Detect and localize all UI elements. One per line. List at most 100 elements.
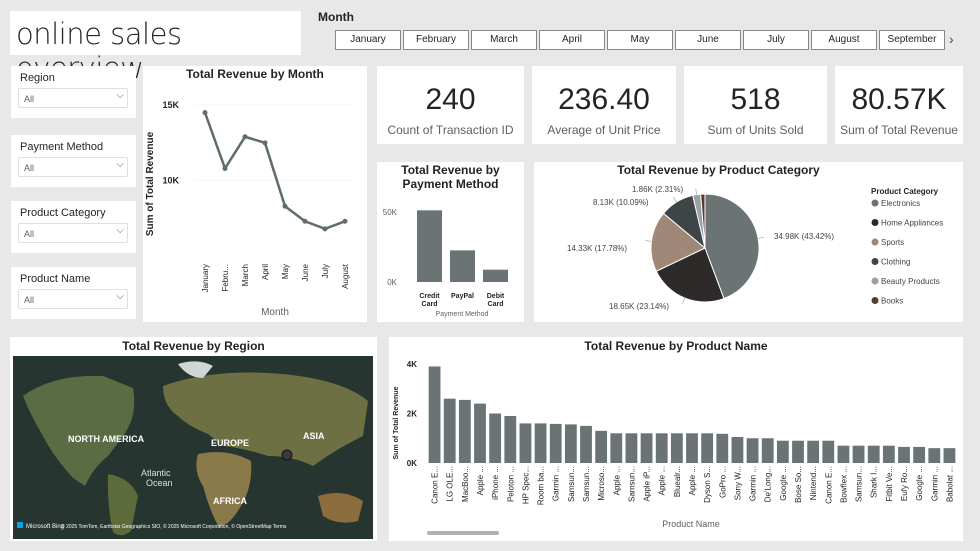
kpi-value: 518 xyxy=(730,83,781,116)
x-tick-label: Garmin ... xyxy=(930,466,939,501)
month-button-may[interactable]: May xyxy=(607,30,673,50)
x-tick-label: April xyxy=(261,264,270,280)
bar xyxy=(792,440,804,463)
x-tick-label: Samsun... xyxy=(567,466,576,502)
bar xyxy=(913,446,926,463)
kpi-total-revenue[interactable]: 80.57K Sum of Total Revenue xyxy=(835,66,963,144)
month-button-april[interactable]: April xyxy=(539,30,605,50)
bar xyxy=(746,438,759,463)
bar xyxy=(549,423,562,463)
region-slicer-label: Region xyxy=(20,72,55,84)
x-tick-label: Room ba... xyxy=(537,466,546,505)
chevron-down-icon: ⌵ xyxy=(116,291,124,302)
revenue-by-region-map[interactable]: Total Revenue by Region NORTH AMERICA EU… xyxy=(10,337,377,541)
bar xyxy=(807,440,820,463)
x-tick-label: Bluealr... xyxy=(673,466,682,497)
legend-label: Electronics xyxy=(881,199,920,208)
x-axis-label: Product Name xyxy=(662,519,720,529)
month-button-march[interactable]: March xyxy=(471,30,537,50)
revenue-by-product-name-chart[interactable]: Total Revenue by Product Name Sum of Tot… xyxy=(389,337,963,541)
y-tick-label: 4K xyxy=(407,360,417,369)
bing-logo-icon xyxy=(17,522,23,528)
month-button-july[interactable]: July xyxy=(743,30,809,50)
slice-data-label: 1.86K (2.31%) xyxy=(632,185,683,194)
month-slicer: Month January February March April May J… xyxy=(315,9,965,55)
month-button-august[interactable]: August xyxy=(811,30,877,50)
x-tick-label: Google ... xyxy=(779,466,788,501)
legend-marker xyxy=(871,297,879,304)
x-tick-label: Eufy Ro... xyxy=(900,466,909,501)
bar xyxy=(458,399,471,463)
y-tick-label: 2K xyxy=(407,410,417,419)
x-tick-label: Debit xyxy=(487,293,505,300)
x-tick-label: Apple ... xyxy=(658,466,667,495)
kpi-transaction-count[interactable]: 240 Count of Transaction ID xyxy=(377,66,524,144)
bar xyxy=(625,433,638,463)
x-tick-label: Apple ... xyxy=(476,466,485,495)
bar xyxy=(731,437,744,463)
payment-method-dropdown[interactable]: All ⌵ xyxy=(18,157,128,177)
slice-leader-line xyxy=(673,196,677,203)
x-tick-label: HP Spec... xyxy=(521,466,530,504)
x-tick-label: LG OLE... xyxy=(446,466,455,502)
data-point xyxy=(202,110,208,116)
bar xyxy=(716,433,729,463)
legend-label: Home Appliances xyxy=(881,219,943,228)
month-button-february[interactable]: February xyxy=(403,30,469,50)
kpi-units-sold[interactable]: 518 Sum of Units Sold xyxy=(684,66,827,144)
slice-data-label: 18.65K (23.14%) xyxy=(609,302,669,311)
bar xyxy=(761,438,774,463)
data-point xyxy=(302,218,308,224)
chevron-down-icon: ⌵ xyxy=(116,90,124,101)
kpi-caption: Sum of Total Revenue xyxy=(840,123,958,137)
x-tick-label: Samsun... xyxy=(855,466,864,502)
x-tick-label: Bowflex ... xyxy=(839,466,848,503)
x-tick-label: June xyxy=(301,263,310,281)
bar xyxy=(474,403,486,463)
chevron-down-icon: ⌵ xyxy=(116,159,124,170)
revenue-by-product-category-chart[interactable]: Total Revenue by Product Category Produc… xyxy=(534,162,963,322)
bar xyxy=(882,445,895,463)
bar xyxy=(417,210,442,282)
bar xyxy=(610,433,623,463)
kpi-average-unit-price[interactable]: 236.40 Average of Unit Price xyxy=(532,66,676,144)
y-tick-label: 15K xyxy=(162,100,179,110)
page-title-card: online sales overview xyxy=(10,11,301,85)
month-button-june[interactable]: June xyxy=(675,30,741,50)
bar xyxy=(655,433,668,463)
chevron-right-icon[interactable]: › xyxy=(949,31,954,47)
bar xyxy=(686,433,698,463)
bar xyxy=(580,425,592,463)
map-label-atlantic: Atlantic xyxy=(141,468,171,478)
revenue-by-product-category-plot: Product Category 34.98K (43.42%) 18.65K (… xyxy=(567,185,943,311)
kpi-value: 240 xyxy=(425,83,476,116)
month-button-january[interactable]: January xyxy=(335,30,401,50)
bar xyxy=(898,446,910,463)
product-category-dropdown[interactable]: All ⌵ xyxy=(18,223,128,243)
product-name-dropdown[interactable]: All ⌵ xyxy=(18,289,128,309)
bar xyxy=(852,445,865,463)
world-map-image: NORTH AMERICA EUROPE ASIA AFRICA Atlanti… xyxy=(13,356,373,539)
slice-leader-line xyxy=(758,237,765,239)
x-tick-label: De'Long... xyxy=(764,466,773,502)
x-tick-label: Card xyxy=(488,301,504,308)
region-bubble-marker[interactable] xyxy=(281,449,293,461)
data-point xyxy=(222,165,228,171)
slice-leader-line xyxy=(645,240,652,242)
x-tick-label: Apple iP... xyxy=(643,466,652,501)
x-tick-label: Peloton ... xyxy=(506,466,515,502)
revenue-by-payment-method-chart[interactable]: Total Revenue by Payment Method Payment … xyxy=(377,162,524,322)
x-tick-label: July xyxy=(321,264,330,278)
world-map[interactable]: NORTH AMERICA EUROPE ASIA AFRICA Atlanti… xyxy=(13,356,373,539)
horizontal-scrollbar[interactable] xyxy=(427,531,499,535)
region-dropdown[interactable]: All ⌵ xyxy=(18,88,128,108)
x-tick-label: MacBoo... xyxy=(461,466,470,502)
map-label-europe: EUROPE xyxy=(211,438,249,448)
month-button-september[interactable]: September xyxy=(879,30,945,50)
bar xyxy=(701,433,714,463)
legend-label: Clothing xyxy=(881,258,910,267)
map-attribution[interactable]: © 2025 TomTom, Earthstar Geographics SIO… xyxy=(61,523,287,530)
revenue-by-month-chart[interactable]: Total Revenue by Month Sum of Total Reve… xyxy=(143,66,367,322)
kpi-caption: Average of Unit Price xyxy=(547,123,661,137)
product-category-slicer: Product Category All ⌵ xyxy=(11,201,136,253)
